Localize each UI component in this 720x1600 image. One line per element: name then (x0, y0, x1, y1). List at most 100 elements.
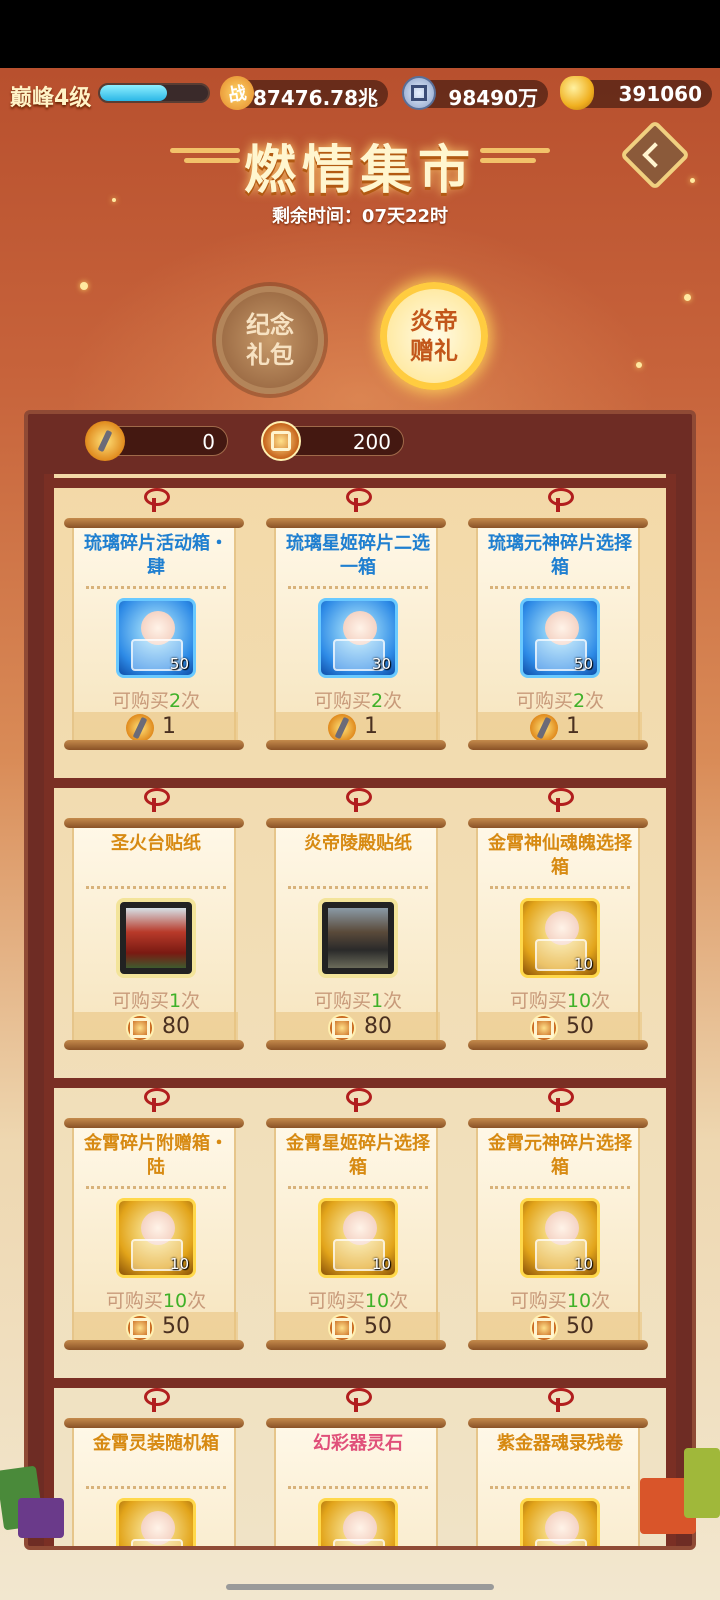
item-quantity: 50 (573, 655, 593, 673)
scroll-paper: 金霄神仙魂魄选择箱 10 可购买10次 50 (476, 824, 642, 1044)
item-chest-icon: 10 (520, 1198, 600, 1278)
hanging-knot (342, 488, 372, 512)
divider (86, 886, 226, 889)
scroll-rod (64, 518, 244, 528)
item-chest-icon (520, 1498, 600, 1546)
level-progress-bar (98, 83, 210, 103)
scroll-rod (64, 1118, 244, 1128)
scroll-paper: 圣火台贴纸 可购买1次 80 (72, 824, 238, 1044)
silver-currency[interactable]: 98490万 (402, 76, 548, 110)
tab-memorial-pack[interactable]: 纪念 礼包 (216, 286, 324, 394)
limit-count: 10 (364, 1290, 390, 1312)
item-name: 紫金器魂录残卷 (497, 1433, 623, 1454)
item-name: 琉璃星姬碎片二选一箱 (286, 533, 430, 578)
limit-suffix: 次 (181, 690, 201, 712)
gold-value: 391060 (618, 82, 703, 106)
combat-power-icon: 战 (217, 73, 257, 113)
item-name: 金霄元神碎片选择箱 (488, 1133, 632, 1178)
scroll-paper: 金霄星姬碎片选择箱 10 可购买10次 50 (274, 1124, 440, 1344)
limit-suffix: 次 (585, 690, 605, 712)
item-chest-icon (318, 1498, 398, 1546)
tab-label-line1: 纪念 (246, 311, 294, 339)
shop-frame: 0 200 琉璃碎片活动箱・肆 50 可购买2次 1 琉璃星姬碎片二选一箱 30 可购买2次… (24, 410, 696, 1550)
item-name: 幻彩器灵石 (313, 1433, 403, 1454)
sparkle (80, 282, 88, 290)
item-quantity: 10 (573, 955, 593, 973)
limit-suffix: 次 (187, 1290, 207, 1312)
purchase-limit: 可购买10次 (478, 986, 642, 1013)
tab-yandi-gift[interactable]: 炎帝 赠礼 (380, 282, 488, 390)
level-progress-fill (100, 85, 167, 101)
torch-icon (328, 714, 356, 742)
medal-token-icon (126, 1314, 154, 1342)
hanging-knot (544, 1388, 574, 1412)
divider (86, 1186, 226, 1189)
item-chest-icon: 50 (520, 598, 600, 678)
shop-item-card[interactable]: 琉璃碎片活动箱・肆 50 可购买2次 1 (64, 518, 244, 750)
item-name: 金霄星姬碎片选择箱 (286, 1133, 430, 1178)
chest-icon (535, 1539, 587, 1546)
shelf-beam (44, 1078, 676, 1088)
limit-suffix: 次 (389, 1290, 409, 1312)
torch-currency: 0 (85, 421, 228, 461)
shop-item-card[interactable]: 金霄灵装随机箱 (64, 1418, 244, 1546)
hanging-knot (140, 1088, 170, 1112)
shop-item-card[interactable]: 圣火台贴纸 可购买1次 80 (64, 818, 244, 1050)
hanging-knot (342, 1388, 372, 1412)
scroll-paper: 金霄碎片附赠箱・陆 10 可购买10次 50 (72, 1124, 238, 1344)
price-value: 50 (162, 1314, 190, 1339)
shop-item-card[interactable]: 幻彩器灵石 (266, 1418, 446, 1546)
item-name: 炎帝陵殿贴纸 (304, 833, 412, 854)
shop-item-card[interactable]: 金霄元神碎片选择箱 10 可购买10次 50 (468, 1118, 648, 1350)
purchase-limit: 可购买1次 (276, 986, 440, 1013)
scroll-rod (64, 818, 244, 828)
shop-item-card[interactable]: 琉璃元神碎片选择箱 50 可购买2次 1 (468, 518, 648, 750)
limit-prefix: 可购买 (111, 990, 169, 1012)
home-indicator[interactable] (226, 1584, 494, 1590)
page-header: 燃情集市 (0, 128, 720, 201)
price-value: 50 (566, 1014, 594, 1039)
silver-coin-icon (402, 76, 436, 110)
medal-currency: 200 (261, 421, 404, 461)
medal-token-icon (126, 1014, 154, 1042)
scroll-rod (266, 1340, 446, 1350)
scroll-paper: 紫金器魂录残卷 (476, 1424, 640, 1546)
scroll-paper: 幻彩器灵石 (274, 1424, 438, 1546)
limit-count: 10 (566, 1290, 592, 1312)
medal-token-icon (261, 421, 301, 461)
shop-grid: 琉璃碎片活动箱・肆 50 可购买2次 1 琉璃星姬碎片二选一箱 30 可购买2次 1 琉璃元神碎… (44, 474, 676, 1546)
shelf-beam (44, 478, 676, 488)
shop-item-card[interactable]: 金霄神仙魂魄选择箱 10 可购买10次 50 (468, 818, 648, 1050)
shop-item-card[interactable]: 炎帝陵殿贴纸可购买1次 80 (266, 818, 446, 1050)
scroll-rod (64, 1340, 244, 1350)
scroll-rod (468, 740, 648, 750)
sparkle (684, 294, 691, 301)
combat-power-value: 87476.78兆 (252, 86, 378, 110)
gold-currency[interactable]: 391060 (560, 76, 712, 110)
item-name: 金霄神仙魂魄选择箱 (488, 833, 632, 878)
tab-label-line2: 礼包 (246, 341, 294, 369)
item-name: 圣火台贴纸 (111, 833, 201, 854)
item-name: 金霄灵装随机箱 (93, 1433, 219, 1454)
hanging-knot (544, 488, 574, 512)
shop-item-card[interactable]: 金霄星姬碎片选择箱 10 可购买10次 50 (266, 1118, 446, 1350)
price-value: 50 (566, 1314, 594, 1339)
hanging-knot (140, 488, 170, 512)
price-value: 80 (364, 1014, 392, 1039)
limit-suffix: 次 (181, 990, 201, 1012)
limit-count: 1 (168, 990, 182, 1012)
purchase-limit: 可购买1次 (74, 986, 238, 1013)
sticker-stamp-icon (318, 898, 398, 978)
limit-prefix: 可购买 (515, 690, 573, 712)
divider (288, 586, 428, 589)
shop-item-card[interactable]: 琉璃星姬碎片二选一箱 30 可购买2次 1 (266, 518, 446, 750)
torch-icon (85, 421, 125, 461)
shop-item-card[interactable]: 紫金器魂录残卷 (468, 1418, 648, 1546)
scroll-rod (266, 740, 446, 750)
divider (288, 1486, 428, 1489)
tab-label-line2: 赠礼 (410, 337, 458, 365)
limit-count: 1 (370, 990, 384, 1012)
item-quantity: 10 (371, 1255, 391, 1273)
shop-item-card[interactable]: 金霄碎片附赠箱・陆 10 可购买10次 50 (64, 1118, 244, 1350)
medal-token-icon (328, 1314, 356, 1342)
